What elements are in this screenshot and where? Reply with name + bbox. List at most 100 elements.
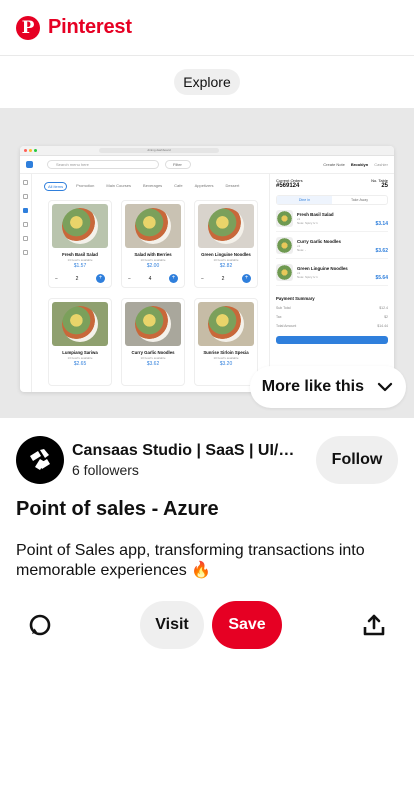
pay-button [276, 336, 388, 344]
explore-row: Explore [0, 56, 414, 108]
minus-icon: − [55, 275, 58, 282]
minus-icon: − [201, 275, 204, 282]
product-name: Green Linguine Noodles [201, 252, 251, 257]
food-image [125, 302, 181, 346]
save-button[interactable]: Save [212, 601, 282, 649]
summary-value: $14.44 [377, 324, 388, 328]
product-stock: 10 bowl's available [213, 258, 239, 262]
category-tab: Dessert [225, 183, 240, 188]
plus-icon: + [168, 274, 178, 283]
food-image [125, 204, 181, 248]
order-type-tabs: Dine in Take Away [276, 195, 388, 205]
category-tab: Appetizers [194, 183, 214, 188]
qty: 2 [75, 275, 79, 282]
tab-take-away: Take Away [350, 198, 369, 202]
more-like-this-label: More like this [261, 378, 364, 395]
product-card: Lumpiang Sariwa 13 bowl's available $2.6… [48, 298, 112, 386]
product-name: Curry Garlic Noodles [131, 350, 175, 355]
category-tab: Cafe [174, 183, 183, 188]
product-name: Sunrise Sirloin Specia [203, 350, 249, 355]
food-image [198, 302, 254, 346]
order-item: Curry Garlic Noodles x1 Note: - $3.62 [276, 237, 388, 259]
visit-button[interactable]: Visit [140, 601, 204, 649]
create-note: Create Note [323, 162, 345, 167]
top-bar: P Pinterest [0, 0, 414, 56]
order-thumb [276, 264, 293, 281]
pinterest-logo-icon[interactable]: P [16, 15, 40, 40]
summary-label: Sub Total [276, 306, 291, 310]
order-item-note: Note: - [297, 248, 307, 252]
product-price: $2.00 [146, 263, 160, 269]
creator-row: Cansaas Studio | SaaS | UI/UX... 6 follo… [0, 418, 414, 502]
product-price: $3.62 [146, 361, 160, 367]
avatar[interactable] [16, 436, 64, 484]
home-icon [23, 180, 28, 185]
brand-name[interactable]: Pinterest [48, 16, 132, 39]
user-name: Brooklyn [350, 162, 369, 167]
order-item-note: Note: Spicy lv 1 [297, 221, 318, 225]
product-card: Fresh Basil Salad 13 bowl's available $1… [48, 200, 112, 288]
product-card: Salad with Berries 10 bowl's available $… [121, 200, 185, 288]
food-image [52, 204, 108, 248]
explore-chip[interactable]: Explore [174, 69, 240, 95]
pin-actions: Visit Save [0, 595, 414, 655]
order-item: Green Linguine Noodles x1 Note: Spicy lv 1… [276, 264, 388, 286]
order-thumb [276, 237, 293, 254]
qty: 4 [148, 275, 152, 282]
product-name: Fresh Basil Salad [62, 252, 98, 257]
product-name: Lumpiang Sariwa [62, 350, 98, 355]
order-panel: Current Orders No. Table #569124 25 Dine… [269, 174, 394, 392]
follower-count: 6 followers [72, 462, 139, 478]
pin-description: Point of Sales app, transforming transac… [16, 542, 365, 579]
browser-url: dining dashboard [99, 148, 219, 153]
qty: 2 [221, 275, 225, 282]
product-grid: Fresh Basil Salad 13 bowl's available $1… [48, 200, 258, 386]
summary-row: Total Amount $14.44 [276, 324, 388, 328]
order-item-note: Note: Spicy lv 1 [297, 275, 318, 279]
category-tab: Promotion [76, 183, 95, 188]
category-tabs: All items Promotion Main Courses Beverag… [44, 182, 242, 191]
plus-icon: + [95, 274, 105, 283]
user-role: Cashier [374, 162, 388, 167]
more-like-this-button[interactable]: More like this [249, 366, 406, 408]
app-header: Search menu here Filter Create Note Broo… [20, 156, 394, 174]
product-stock: 13 bowl's available [67, 356, 93, 360]
maximize-dot-icon [34, 149, 37, 152]
product-stock: 10 bowl's available [140, 356, 166, 360]
creator-name[interactable]: Cansaas Studio | SaaS | UI/UX... [72, 442, 304, 460]
summary-label: Total Amount [276, 324, 297, 328]
browser-bar: dining dashboard [20, 146, 394, 156]
table-number: 25 [381, 183, 388, 189]
follow-button[interactable]: Follow [316, 436, 398, 484]
menu-icon [23, 208, 28, 213]
order-item-price: $3.62 [375, 248, 388, 254]
order-item-price: $5.64 [375, 275, 388, 281]
product-price: $1.57 [73, 263, 87, 269]
product-stock: 10 bowl's available [213, 356, 239, 360]
order-item: Fresh Basil Salad x1 Note: Spicy lv 1 $3.1… [276, 210, 388, 232]
product-stock: 10 bowl's available [140, 258, 166, 262]
orders-icon [23, 222, 28, 227]
close-dot-icon [24, 149, 27, 152]
comment-icon[interactable] [28, 613, 52, 637]
summary-row: Sub Total $12.4 [276, 306, 388, 310]
pos-dashboard-screenshot: dining dashboard Search menu here Filter… [20, 146, 394, 392]
grid-icon [23, 194, 28, 199]
product-price: $2.82 [219, 263, 233, 269]
summary-label: Tax [276, 315, 282, 319]
category-tab: Beverages [143, 183, 163, 188]
order-number: #569124 [276, 183, 300, 189]
product-name: Salad with Berries [134, 252, 172, 257]
pin-image[interactable]: dining dashboard Search menu here Filter… [0, 108, 414, 418]
minus-icon: − [128, 275, 131, 282]
app-logo-icon [26, 161, 33, 168]
product-price: $3.20 [219, 361, 233, 367]
product-card: Curry Garlic Noodles 10 bowl's available… [121, 298, 185, 386]
product-card: Green Linguine Noodles 10 bowl's availab… [194, 200, 258, 288]
menu-search: Search menu here [47, 160, 159, 169]
product-price: $2.65 [73, 361, 87, 367]
food-image [198, 204, 254, 248]
payment-summary-title: Payment Summary [276, 296, 315, 301]
share-icon[interactable] [362, 613, 386, 637]
product-stock: 13 bowl's available [67, 258, 93, 262]
